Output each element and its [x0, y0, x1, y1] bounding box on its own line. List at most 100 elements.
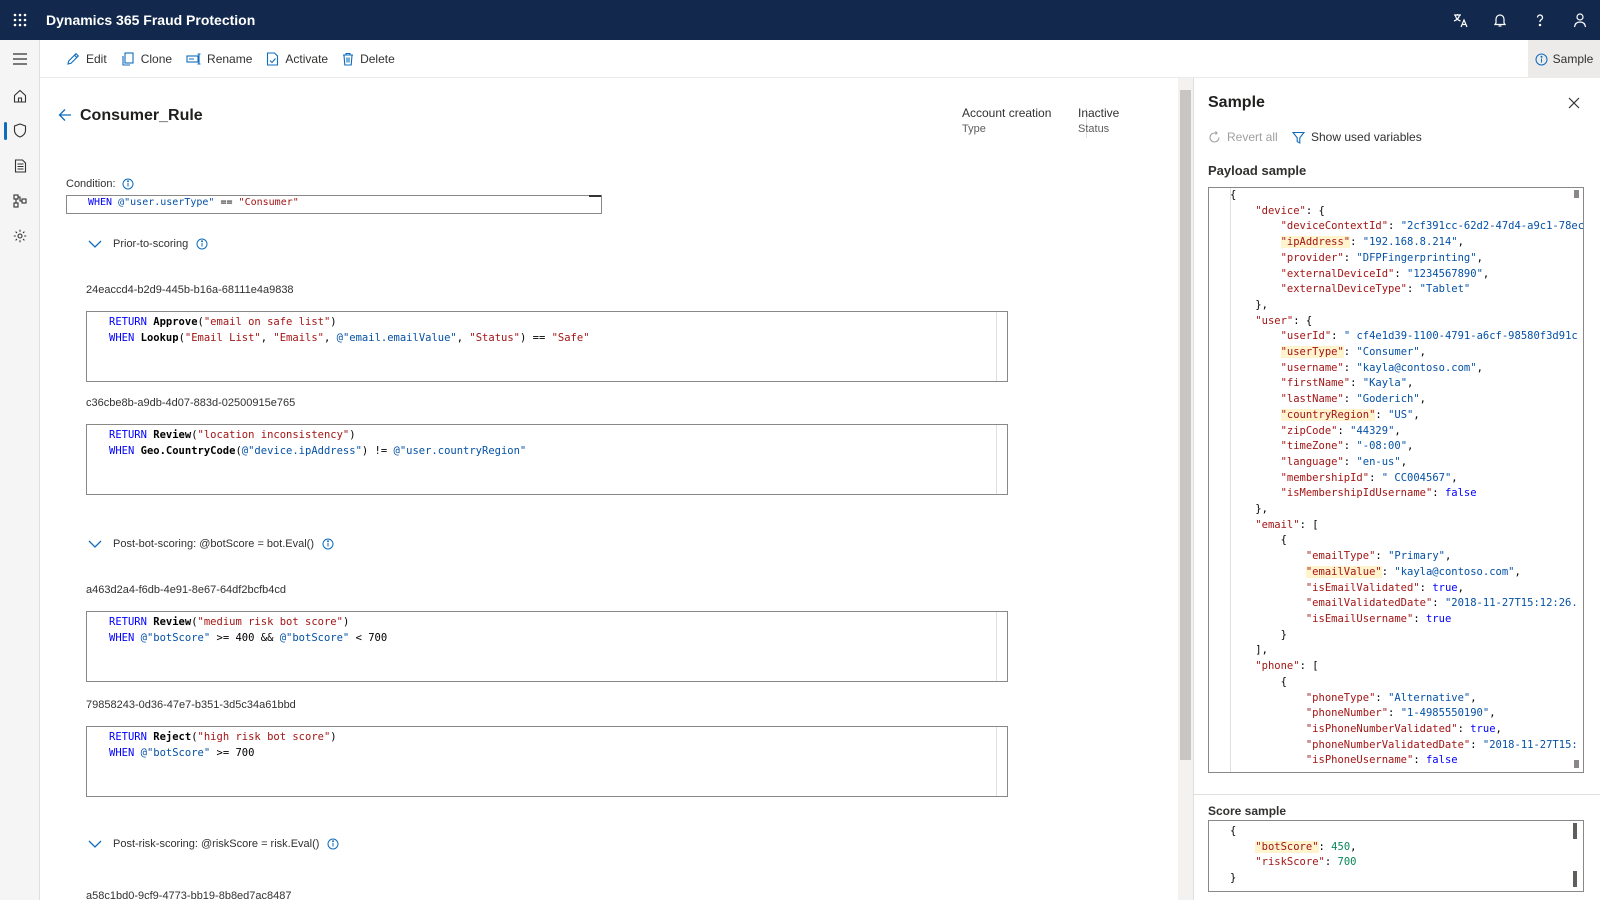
- close-icon[interactable]: [1568, 96, 1580, 114]
- info-icon[interactable]: [322, 538, 334, 550]
- code-token: :: [1413, 754, 1426, 767]
- info-icon: [1535, 53, 1548, 65]
- activate-icon: [267, 51, 279, 66]
- code-line: "username": "kayla@contoso.com",: [1230, 361, 1583, 377]
- delete-button[interactable]: Delete: [342, 52, 395, 66]
- code-token: "isMembershipIdUsername": [1280, 487, 1433, 500]
- info-icon[interactable]: [196, 238, 208, 250]
- code-line: "zipCode": "44329",: [1230, 424, 1583, 440]
- code-string: "Status": [469, 332, 520, 344]
- code-token: "firstName": [1280, 377, 1351, 390]
- code-line: {: [1230, 188, 1583, 204]
- home-icon[interactable]: [0, 78, 40, 113]
- clause-editor[interactable]: RETURN Review("location inconsistency") …: [86, 424, 1008, 495]
- scroll-up-arrow[interactable]: [1573, 823, 1577, 839]
- condition-editor[interactable]: WHEN @"user.userType" == "Consumer": [66, 195, 602, 214]
- info-icon[interactable]: [327, 838, 339, 850]
- left-nav: [0, 40, 40, 900]
- scrollbar-thumb[interactable]: [1180, 90, 1191, 760]
- resize-handle[interactable]: [589, 195, 601, 197]
- code-token: "phoneNumber": [1305, 707, 1389, 720]
- edit-button[interactable]: Edit: [66, 52, 107, 66]
- clause-editor[interactable]: RETURN Approve("email on safe list") WHE…: [86, 311, 1008, 382]
- code-token: "Kayla": [1362, 377, 1408, 390]
- code-token: :: [1324, 856, 1338, 869]
- code-line: "user": {: [1230, 314, 1583, 330]
- code-token: ,: [1394, 424, 1401, 437]
- gear-icon[interactable]: [0, 218, 40, 253]
- sample-toggle-button[interactable]: Sample: [1528, 40, 1600, 78]
- code-token: :: [1375, 550, 1389, 563]
- scroll-down-arrow[interactable]: [1574, 760, 1579, 768]
- code-function: Lookup: [140, 332, 179, 344]
- code-punct: ,: [456, 332, 470, 344]
- shield-icon[interactable]: [0, 113, 40, 148]
- code-token: ,: [1419, 346, 1426, 359]
- scroll-up-arrow[interactable]: [1574, 190, 1579, 198]
- code-line: "deviceContextId": "2cf391cc-62d2-47d4-a…: [1230, 219, 1583, 235]
- filter-icon: [1292, 131, 1305, 144]
- code-token: "email": [1255, 518, 1300, 531]
- code-line: "device": {: [1230, 204, 1583, 220]
- rename-button[interactable]: Rename: [186, 52, 252, 66]
- clause-editor[interactable]: RETURN Reject("high risk bot score") WHE…: [86, 726, 1008, 797]
- code-line: "phoneNumberValidatedDate": "2018-11-27T…: [1230, 738, 1583, 754]
- section-post-bot-scoring[interactable]: Post-bot-scoring: @botScore = bot.Eval(): [88, 538, 334, 550]
- code-punct: ) !=: [361, 445, 394, 457]
- help-icon[interactable]: [1520, 0, 1560, 40]
- code-string: "Emails": [273, 332, 324, 344]
- code-keyword: WHEN: [109, 445, 135, 457]
- code-token: :: [1413, 612, 1426, 625]
- code-line: "phoneNumber": "1-4985550190",: [1230, 706, 1583, 722]
- scroll-down-arrow[interactable]: [1573, 871, 1577, 887]
- code-token: "Consumer": [1356, 346, 1420, 359]
- show-used-variables-button[interactable]: Show used variables: [1292, 130, 1422, 144]
- code-token: :: [1419, 581, 1433, 594]
- rule-status-value: Inactive: [1078, 106, 1120, 120]
- code-punct: ,: [260, 332, 274, 344]
- code-line: "userType": "Consumer",: [1230, 345, 1583, 361]
- clone-button[interactable]: Clone: [121, 52, 172, 66]
- code-punct: ): [330, 731, 337, 743]
- rule-type-label: Type: [962, 123, 986, 135]
- main-scrollbar[interactable]: [1178, 78, 1193, 900]
- code-punct: ) ==: [519, 332, 552, 344]
- code-token: :: [1394, 267, 1408, 280]
- code-token: :: [1432, 487, 1445, 500]
- payload-sample-editor[interactable]: { "device": { "deviceContextId": "2cf391…: [1208, 187, 1584, 773]
- flow-icon[interactable]: [0, 183, 40, 218]
- chevron-down-icon: [88, 540, 102, 548]
- bell-icon[interactable]: [1480, 0, 1520, 40]
- document-icon[interactable]: [0, 148, 40, 183]
- activate-button[interactable]: Activate: [266, 52, 328, 66]
- show-used-variables-label: Show used variables: [1311, 130, 1422, 144]
- clause-editor[interactable]: RETURN Review("medium risk bot score") W…: [86, 611, 1008, 682]
- info-icon[interactable]: [122, 178, 134, 190]
- code-line: "userId": " cf4e1d39-1100-4791-a6cf-9858…: [1230, 329, 1583, 345]
- back-arrow-icon[interactable]: [58, 108, 72, 127]
- section-post-risk-scoring[interactable]: Post-risk-scoring: @riskScore = risk.Eva…: [88, 838, 339, 850]
- hamburger-icon[interactable]: [0, 40, 40, 78]
- translate-icon[interactable]: [1440, 0, 1480, 40]
- code-token: ,: [1413, 408, 1420, 421]
- code-token: "user": [1255, 314, 1294, 327]
- payload-sample-label: Payload sample: [1208, 163, 1307, 178]
- waffle-icon[interactable]: [0, 0, 40, 40]
- code-token: {: [1230, 189, 1237, 201]
- top-bar: Dynamics 365 Fraud Protection: [0, 0, 1600, 40]
- revert-all-button[interactable]: Revert all: [1208, 130, 1278, 144]
- code-token: :: [1375, 408, 1389, 421]
- code-line: "emailType": "Primary",: [1230, 549, 1583, 565]
- person-icon[interactable]: [1560, 0, 1600, 40]
- code-variable: @"botScore": [279, 632, 350, 644]
- code-token: :: [1343, 455, 1357, 468]
- code-token: :: [1343, 361, 1357, 374]
- section-prior-to-scoring[interactable]: Prior-to-scoring: [88, 238, 208, 250]
- code-token: "1-4985550190": [1400, 707, 1490, 720]
- code-token: {: [1230, 825, 1237, 837]
- score-sample-editor[interactable]: { "botScore": 450, "riskScore": 700}: [1208, 820, 1584, 892]
